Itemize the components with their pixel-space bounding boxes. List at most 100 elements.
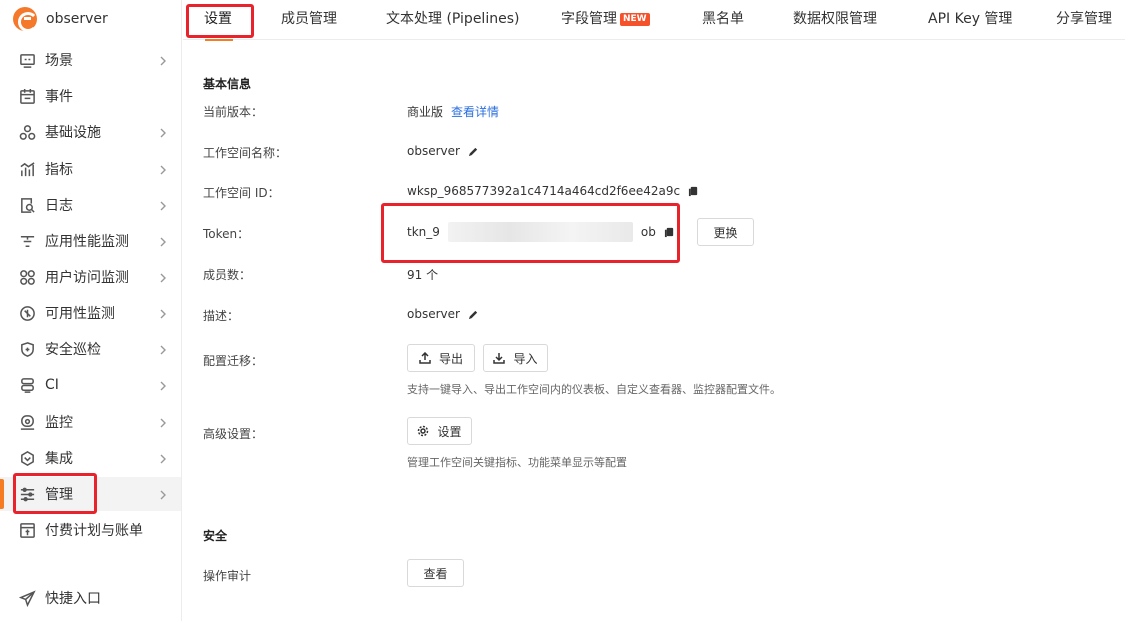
sidebar-item-metrics[interactable]: 指标 bbox=[0, 152, 181, 186]
sidebar-quick-entry[interactable]: 快捷入口 bbox=[0, 581, 181, 615]
view-details-link[interactable]: 查看详情 bbox=[451, 103, 499, 120]
token-value: tkn_9 ob bbox=[407, 222, 675, 242]
sidebar-item-monitor[interactable]: 监控 bbox=[0, 405, 181, 439]
sidebar-item-label: 安全巡检 bbox=[45, 342, 101, 358]
sidebar-item-label: 管理 bbox=[45, 487, 73, 503]
apm-icon bbox=[18, 232, 36, 250]
sidebar-item-label: 事件 bbox=[45, 89, 73, 105]
version-text: 商业版 bbox=[407, 105, 444, 119]
tab-pipelines[interactable]: 文本处理 (Pipelines) bbox=[386, 8, 519, 28]
brand-name: observer bbox=[46, 11, 108, 27]
chevron-right-icon bbox=[159, 271, 167, 283]
change-token-button[interactable]: 更换 bbox=[697, 218, 754, 246]
section-title-basic: 基本信息 bbox=[203, 77, 252, 91]
sidebar-item-security-check[interactable]: 安全巡检 bbox=[0, 332, 181, 366]
description-text: observer bbox=[407, 307, 460, 321]
sidebar-item-label: 可用性监测 bbox=[45, 306, 115, 322]
sidebar-item-apm[interactable]: 应用性能监测 bbox=[0, 224, 181, 258]
edit-icon[interactable] bbox=[468, 309, 479, 320]
version-value: 商业版 查看详情 bbox=[407, 103, 499, 120]
integration-icon bbox=[18, 449, 36, 467]
sidebar-item-label: 指标 bbox=[45, 162, 73, 178]
sidebar-item-label: 场景 bbox=[45, 53, 73, 69]
log-search-icon bbox=[18, 196, 36, 214]
sidebar-item-label: CI bbox=[45, 377, 59, 393]
chevron-right-icon bbox=[159, 54, 167, 66]
sidebar-item-billing[interactable]: 付费计划与账单 bbox=[0, 513, 181, 547]
copy-icon[interactable] bbox=[664, 227, 675, 238]
brand[interactable]: observer bbox=[13, 6, 108, 32]
probe-icon bbox=[18, 304, 36, 322]
chevron-right-icon bbox=[159, 199, 167, 211]
advanced-settings-button[interactable]: 设置 bbox=[407, 417, 472, 445]
sidebar-item-synthetics[interactable]: 可用性监测 bbox=[0, 296, 181, 330]
sidebar-item-label: 日志 bbox=[45, 198, 73, 214]
audit-view-button[interactable]: 查看 bbox=[407, 559, 464, 587]
config-migrate-label: 配置迁移： bbox=[203, 354, 264, 368]
brand-logo-icon bbox=[13, 7, 38, 32]
chevron-right-icon bbox=[159, 416, 167, 428]
chevron-right-icon bbox=[159, 126, 167, 138]
sidebar-item-label: 集成 bbox=[45, 451, 73, 467]
workspace-name-text: observer bbox=[407, 144, 460, 158]
token-prefix: tkn_9 bbox=[407, 225, 440, 239]
sliders-icon bbox=[18, 485, 36, 503]
copy-icon[interactable] bbox=[688, 186, 699, 197]
advanced-settings-hint: 管理工作空间关键指标、功能菜单显示等配置 bbox=[407, 456, 627, 469]
workspace-id-text: wksp_968577392a1c4714a464cd2f6ee42a9c bbox=[407, 184, 681, 198]
export-button[interactable]: 导出 bbox=[407, 344, 475, 372]
sidebar-item-label: 用户访问监测 bbox=[45, 270, 129, 286]
chevron-right-icon bbox=[159, 163, 167, 175]
tab-fields[interactable]: 字段管理 NEW bbox=[561, 8, 650, 28]
description-value: observer bbox=[407, 307, 479, 321]
sidebar-item-logs[interactable]: 日志 bbox=[0, 188, 181, 222]
bar-chart-icon bbox=[18, 160, 36, 178]
chevron-right-icon bbox=[159, 307, 167, 319]
settings-content: 基本信息 当前版本： 商业版 查看详情 工作空间名称： observer 工作空… bbox=[183, 41, 1125, 621]
members-value: 91 个 bbox=[407, 268, 439, 282]
sidebar-item-management[interactable]: 管理 bbox=[0, 477, 181, 511]
new-badge: NEW bbox=[620, 13, 650, 26]
export-icon bbox=[419, 352, 431, 364]
sidebar-item-label: 快捷入口 bbox=[45, 591, 101, 607]
audit-label: 操作审计 bbox=[203, 569, 252, 583]
send-icon bbox=[18, 589, 36, 607]
import-button[interactable]: 导入 bbox=[483, 344, 548, 372]
sidebar-item-label: 基础设施 bbox=[45, 125, 101, 141]
settings-tabs: 设置 成员管理 文本处理 (Pipelines) 字段管理 NEW 黑名单 数据权… bbox=[183, 0, 1125, 40]
sidebar-item-infrastructure[interactable]: 基础设施 bbox=[0, 115, 181, 149]
chevron-right-icon bbox=[159, 488, 167, 500]
app-root: observer 场景 事件 基础设施 指标 日志 应用性能监测 用户访问监测 … bbox=[0, 0, 1125, 621]
tab-api-key[interactable]: API Key 管理 bbox=[928, 8, 1012, 28]
tab-settings[interactable]: 设置 bbox=[204, 8, 232, 28]
tab-members[interactable]: 成员管理 bbox=[281, 8, 337, 28]
description-label: 描述： bbox=[203, 309, 240, 323]
workspace-name-value: observer bbox=[407, 144, 479, 158]
tab-blacklist[interactable]: 黑名单 bbox=[702, 8, 744, 28]
tab-sharing[interactable]: 分享管理 bbox=[1056, 8, 1112, 28]
alarm-icon bbox=[18, 413, 36, 431]
workspace-id-label: 工作空间 ID： bbox=[203, 186, 280, 200]
workspace-id-value: wksp_968577392a1c4714a464cd2f6ee42a9c bbox=[407, 184, 699, 198]
sidebar-item-scene[interactable]: 场景 bbox=[0, 43, 181, 77]
version-label: 当前版本： bbox=[203, 105, 264, 119]
sidebar-item-rum[interactable]: 用户访问监测 bbox=[0, 260, 181, 294]
billing-icon bbox=[18, 521, 36, 539]
sidebar-item-ci[interactable]: CI bbox=[0, 368, 181, 402]
sidebar-item-integration[interactable]: 集成 bbox=[0, 441, 181, 475]
token-masked-area bbox=[447, 222, 633, 242]
monitor-icon bbox=[18, 51, 36, 69]
advanced-settings-label: 高级设置： bbox=[203, 427, 264, 441]
chevron-right-icon bbox=[159, 452, 167, 464]
calendar-icon bbox=[18, 87, 36, 105]
cluster-icon bbox=[18, 123, 36, 141]
token-label: Token： bbox=[203, 227, 250, 241]
gear-icon bbox=[418, 425, 429, 437]
tab-data-permissions[interactable]: 数据权限管理 bbox=[793, 8, 877, 28]
advanced-settings-button-label: 设置 bbox=[437, 424, 462, 439]
config-migrate-hint: 支持一键导入、导出工作空间内的仪表板、自定义查看器、监控器配置文件。 bbox=[407, 383, 781, 396]
edit-icon[interactable] bbox=[468, 146, 479, 157]
sidebar-item-events[interactable]: 事件 bbox=[0, 79, 181, 113]
section-title-security: 安全 bbox=[203, 529, 228, 543]
import-button-label: 导入 bbox=[513, 351, 538, 366]
